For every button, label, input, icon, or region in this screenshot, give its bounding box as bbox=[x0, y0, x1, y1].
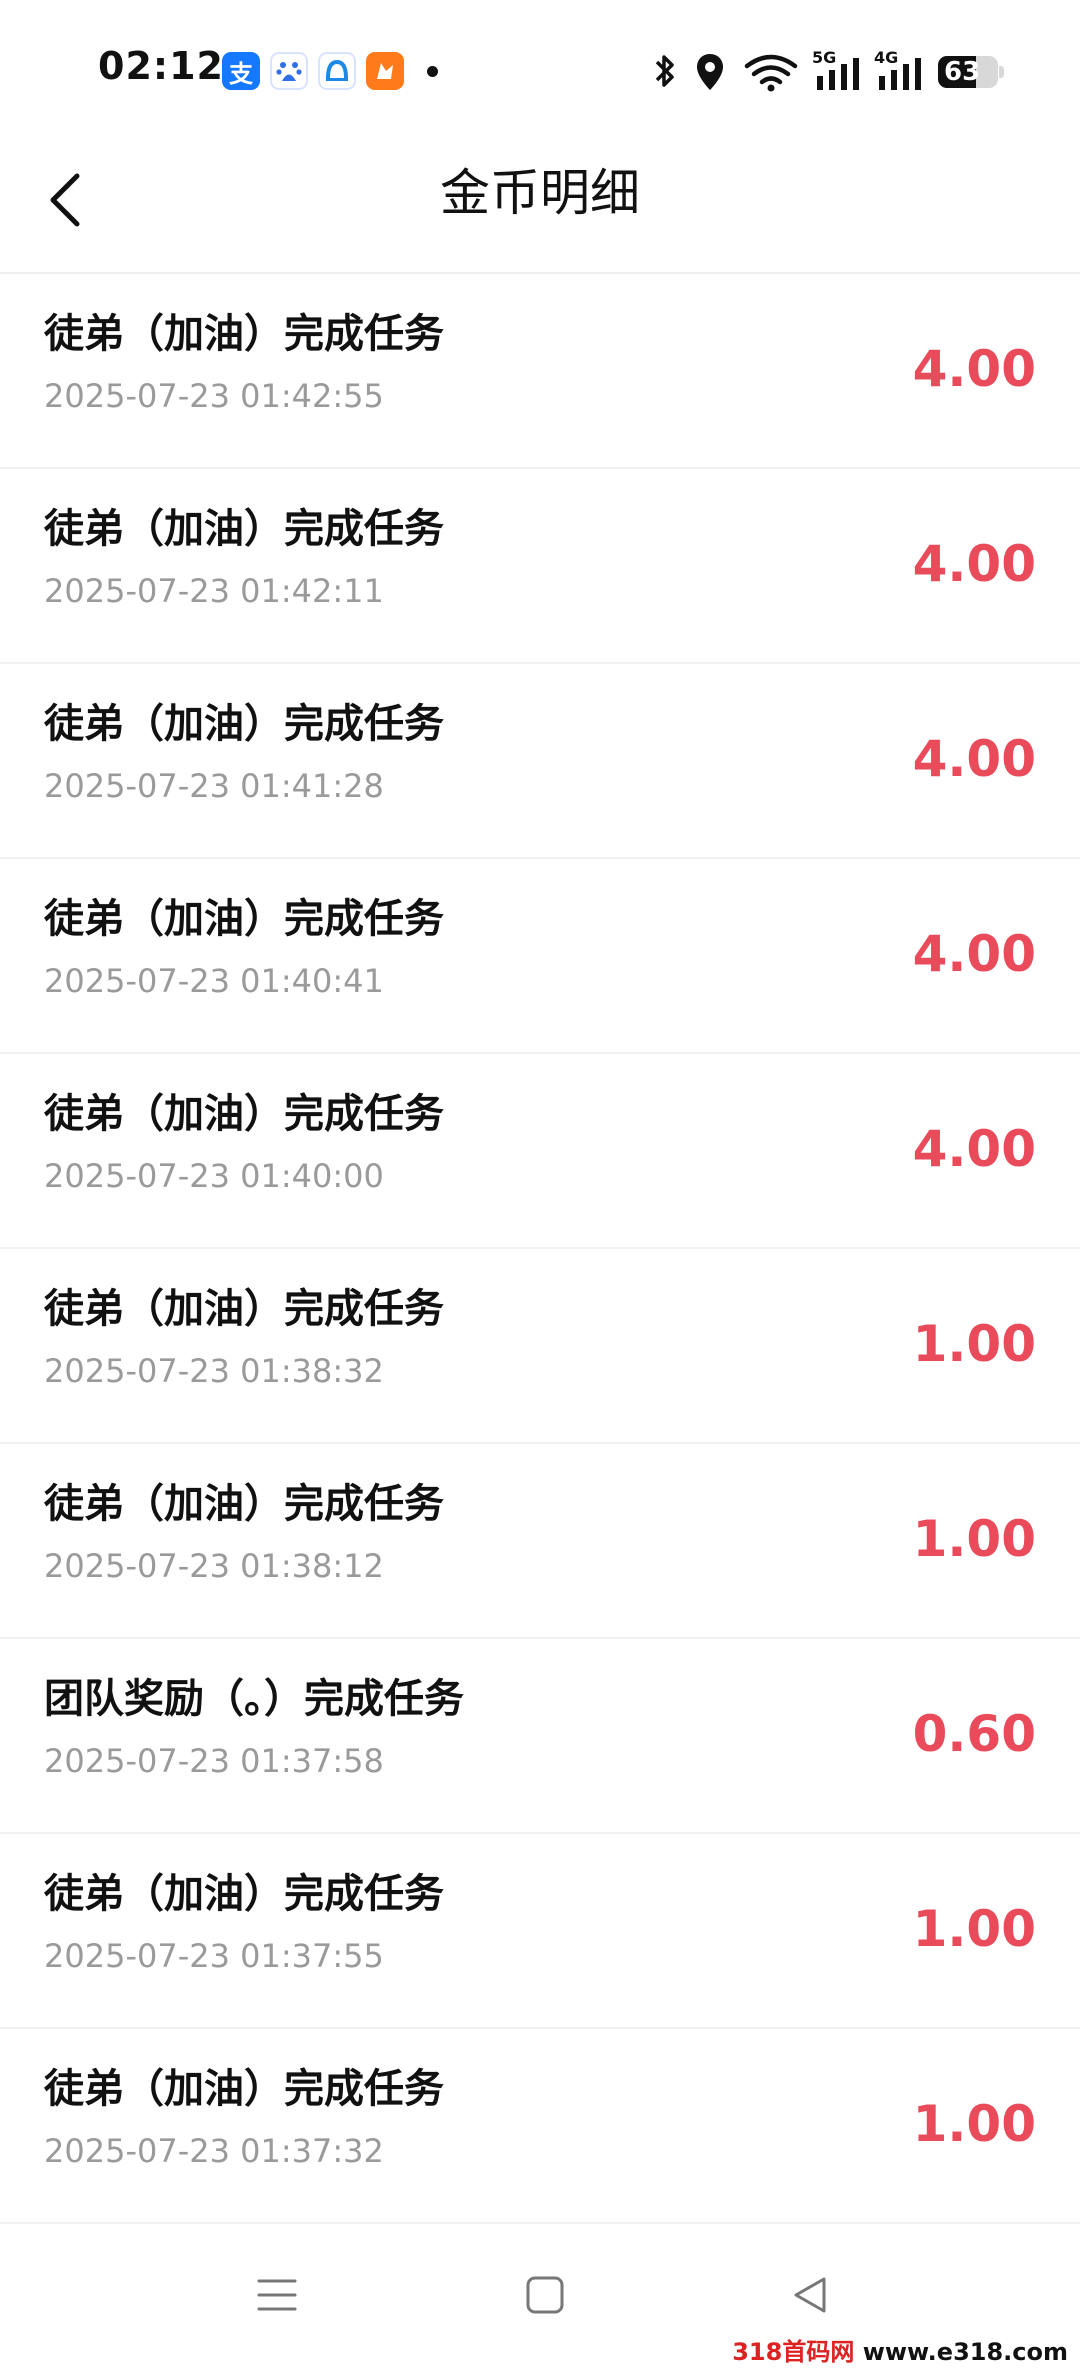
record-title: 徒弟（加油）完成任务 bbox=[44, 311, 444, 357]
watermark-brand: 318首码网 bbox=[732, 2338, 855, 2366]
record-title: 徒弟（加油）完成任务 bbox=[44, 1286, 444, 1332]
record-time: 2025-07-23 01:37:55 bbox=[44, 1937, 384, 1975]
record-time: 2025-07-23 01:38:12 bbox=[44, 1547, 384, 1585]
record-time: 2025-07-23 01:37:32 bbox=[44, 2132, 384, 2170]
record-amount: 4.00 bbox=[912, 730, 1036, 788]
record-amount: 4.00 bbox=[912, 1120, 1036, 1178]
page-title: 金币明细 bbox=[440, 164, 640, 222]
record-title: 徒弟（加油）完成任务 bbox=[44, 1481, 444, 1527]
coin-record-list[interactable]: 徒弟（加油）完成任务 2025-07-23 01:42:55 4.00 徒弟（加… bbox=[0, 274, 1080, 2224]
record-amount: 1.00 bbox=[912, 1900, 1036, 1958]
record-time: 2025-07-23 01:40:00 bbox=[44, 1157, 384, 1195]
battery-level: 63 bbox=[944, 57, 981, 87]
record-amount: 1.00 bbox=[912, 1510, 1036, 1568]
bluetooth-icon bbox=[655, 55, 674, 87]
status-time: 02:12 bbox=[98, 44, 224, 88]
list-item[interactable]: 徒弟（加油）完成任务 2025-07-23 01:37:55 1.00 bbox=[0, 1834, 1080, 2029]
baidu-icon bbox=[270, 52, 308, 90]
record-title: 团队奖励（。）完成任务 bbox=[44, 1676, 464, 1722]
list-item[interactable]: 徒弟（加油）完成任务 2025-07-23 01:41:28 4.00 bbox=[0, 664, 1080, 859]
record-amount: 0.60 bbox=[912, 1705, 1036, 1763]
status-bar: 02:12 支 5G 4G 63 bbox=[0, 0, 1080, 140]
alipay-icon: 支 bbox=[222, 52, 260, 90]
record-amount: 1.00 bbox=[912, 2095, 1036, 2153]
battery-icon: 63 bbox=[938, 56, 998, 88]
list-item[interactable]: 团队奖励（。）完成任务 2025-07-23 01:37:58 0.60 bbox=[0, 1639, 1080, 1834]
watermark-url: www.e318.com bbox=[862, 2338, 1068, 2366]
system-back-button[interactable] bbox=[775, 2260, 845, 2330]
list-item[interactable]: 徒弟（加油）完成任务 2025-07-23 01:38:32 1.00 bbox=[0, 1249, 1080, 1444]
record-title: 徒弟（加油）完成任务 bbox=[44, 2066, 444, 2112]
maps-icon bbox=[318, 52, 356, 90]
record-title: 徒弟（加油）完成任务 bbox=[44, 1091, 444, 1137]
record-amount: 4.00 bbox=[912, 535, 1036, 593]
record-title: 徒弟（加油）完成任务 bbox=[44, 506, 444, 552]
record-amount: 4.00 bbox=[912, 340, 1036, 398]
location-icon bbox=[697, 54, 723, 90]
record-time: 2025-07-23 01:40:41 bbox=[44, 962, 384, 1000]
list-item[interactable]: 徒弟（加油）完成任务 2025-07-23 01:42:11 4.00 bbox=[0, 469, 1080, 664]
home-button[interactable] bbox=[510, 2260, 580, 2330]
watermark: 318首码网 www.e318.com bbox=[732, 2332, 1068, 2367]
alipay-glyph: 支 bbox=[229, 59, 253, 88]
menu-icon bbox=[257, 2279, 297, 2311]
record-time: 2025-07-23 01:41:28 bbox=[44, 767, 384, 805]
back-triangle-icon bbox=[794, 2277, 826, 2313]
notification-dot bbox=[427, 66, 438, 77]
home-square-icon bbox=[526, 2276, 564, 2314]
wifi-icon bbox=[744, 54, 798, 92]
recents-button[interactable] bbox=[242, 2260, 312, 2330]
record-time: 2025-07-23 01:42:11 bbox=[44, 572, 384, 610]
list-item[interactable]: 徒弟（加油）完成任务 2025-07-23 01:38:12 1.00 bbox=[0, 1444, 1080, 1639]
list-item[interactable]: 徒弟（加油）完成任务 2025-07-23 01:37:32 1.00 bbox=[0, 2029, 1080, 2224]
record-title: 徒弟（加油）完成任务 bbox=[44, 896, 444, 942]
record-time: 2025-07-23 01:37:58 bbox=[44, 1742, 384, 1780]
record-time: 2025-07-23 01:42:55 bbox=[44, 377, 384, 415]
signal-icon-2 bbox=[879, 58, 921, 90]
battery-cap bbox=[999, 66, 1004, 78]
system-nav-bar: 318首码网 www.e318.com bbox=[0, 2240, 1080, 2373]
signal-icon bbox=[817, 58, 859, 90]
list-item[interactable]: 徒弟（加油）完成任务 2025-07-23 01:40:41 4.00 bbox=[0, 859, 1080, 1054]
list-item[interactable]: 徒弟（加油）完成任务 2025-07-23 01:42:55 4.00 bbox=[0, 274, 1080, 469]
record-time: 2025-07-23 01:38:32 bbox=[44, 1352, 384, 1390]
record-title: 徒弟（加油）完成任务 bbox=[44, 701, 444, 747]
list-item[interactable]: 徒弟（加油）完成任务 2025-07-23 01:40:00 4.00 bbox=[0, 1054, 1080, 1249]
record-amount: 1.00 bbox=[912, 1315, 1036, 1373]
nav-header: 金币明细 bbox=[0, 140, 1080, 274]
record-title: 徒弟（加油）完成任务 bbox=[44, 1871, 444, 1917]
record-amount: 4.00 bbox=[912, 925, 1036, 983]
fox-app-icon bbox=[366, 52, 404, 90]
